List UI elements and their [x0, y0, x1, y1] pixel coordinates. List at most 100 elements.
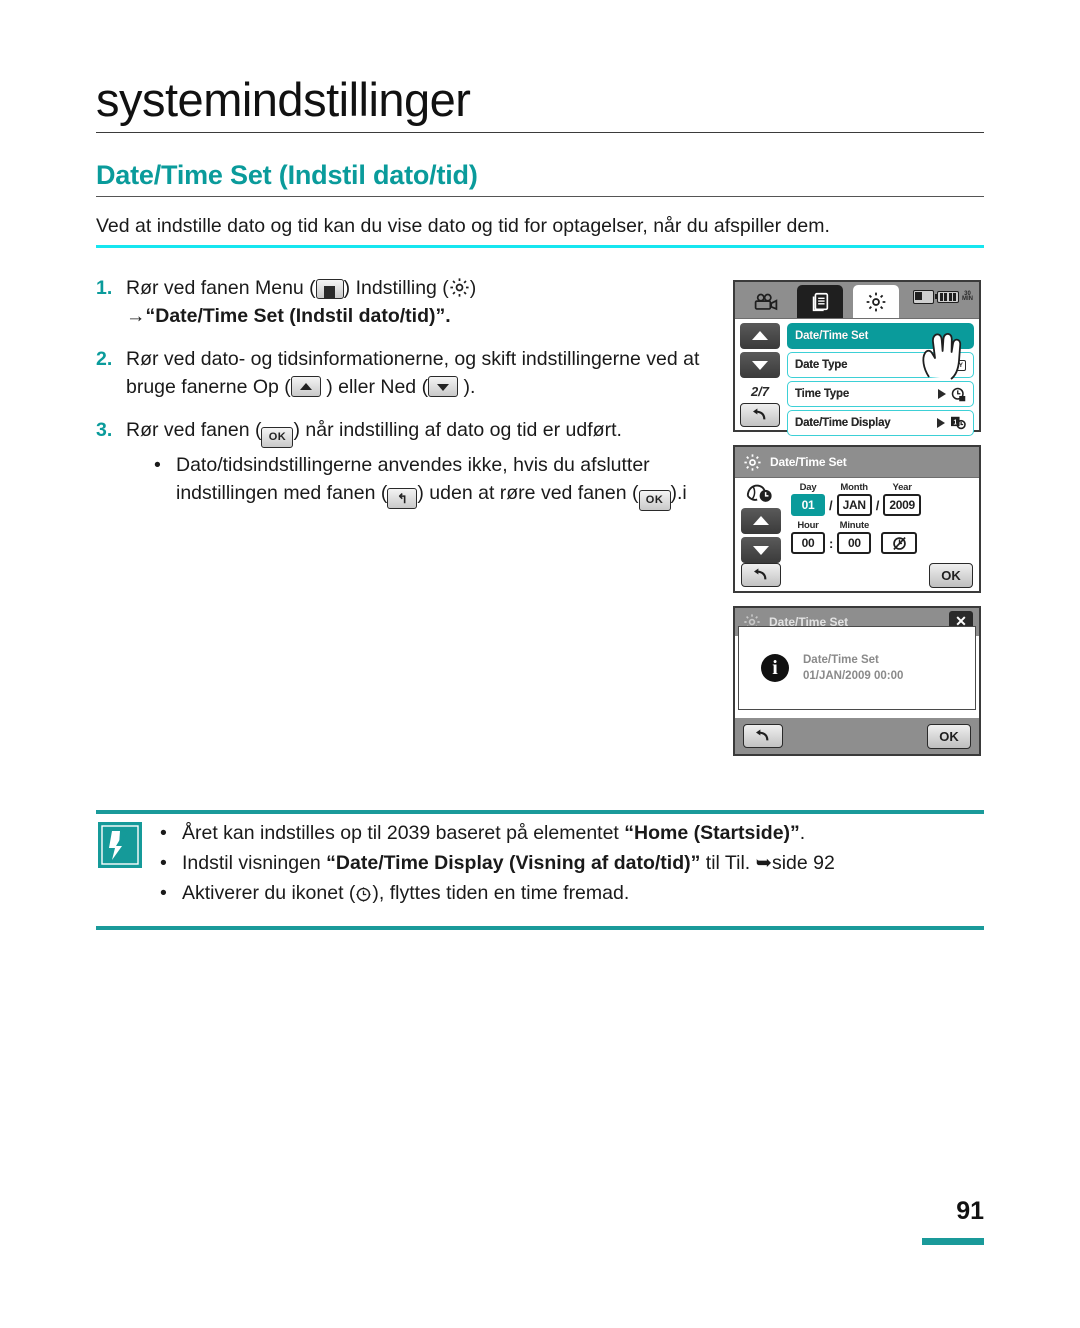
camcorder-tab[interactable]: [743, 285, 789, 318]
confirmation-message: Date/Time Set 01/JAN/2009 00:00: [803, 652, 903, 684]
note-item-3-text: Aktiverer du ikonet ( ), flyttes tiden e…: [182, 878, 990, 908]
minute-label: Minute: [839, 520, 870, 531]
note-item-2: • Indstil visningen “Date/Time Display (…: [160, 848, 990, 878]
minute-field-group: Minute 00: [837, 520, 872, 554]
confirmation-ok-button[interactable]: OK: [927, 723, 971, 749]
playback-tab[interactable]: [797, 285, 843, 318]
year-field-group: Year 2009: [883, 482, 921, 516]
note-item-1: • Året kan indstilles op til 2039 basere…: [160, 818, 990, 848]
confirmation-message-line2: 01/JAN/2009 00:00: [803, 670, 904, 682]
step-3-sub-text-b: ) uden at røre ved fanen (: [417, 482, 639, 504]
note-2-text-b: til Til. ➥side 92: [700, 852, 835, 874]
note-pen-icon: [98, 822, 142, 868]
lcd-screenshot-datetime-set: Date/Time Set Day 01 / Month JAN / Year …: [733, 445, 981, 593]
note-2-text-a: Indstil visningen: [182, 852, 327, 874]
daylight-saving-button[interactable]: [881, 532, 918, 554]
battery-icon: [913, 290, 937, 304]
date-separator: /: [875, 498, 880, 513]
datetime-back-button[interactable]: [741, 563, 781, 587]
step-1: 1. Rør ved fanen Menu () Indstilling ( )…: [96, 274, 716, 330]
year-value[interactable]: 2009: [883, 494, 921, 516]
dst-field-group: [881, 520, 918, 554]
hour-value[interactable]: 00: [791, 532, 825, 554]
note-1-text-b: .: [799, 822, 806, 844]
menu-item-date-time-set[interactable]: Date/Time Set: [787, 323, 974, 349]
date-separator: /: [829, 498, 833, 513]
step-3-text-b: ) når indstilling af dato og tid er udfø…: [293, 419, 622, 441]
day-value[interactable]: 01: [791, 494, 825, 516]
daylight-saving-icon: [893, 536, 906, 550]
chevron-right-icon: [938, 389, 946, 399]
datetime-set-title: Date/Time Set: [770, 455, 847, 469]
note-item-3: • Aktiverer du ikonet ( ), flyttes tiden…: [160, 878, 990, 908]
lcd-nav-column: 2/7: [740, 323, 780, 427]
step-3-sub-item: • Dato/tidsindstillingerne anvendes ikke…: [154, 451, 716, 511]
lcd-screenshot-confirmation: Date/Time Set ✕ i Date/Time Set 01/JAN/2…: [733, 606, 981, 756]
step-3-sub-text-c: ).i: [670, 482, 687, 504]
gear-icon: [449, 277, 470, 298]
back-icon: ↰: [387, 488, 418, 509]
hour-label: Hour: [797, 520, 819, 531]
gear-icon: [744, 453, 761, 471]
ok-icon: OK: [261, 427, 294, 448]
note-top-border: [96, 810, 984, 814]
note-list: • Året kan indstilles op til 2039 basere…: [160, 818, 990, 908]
hour-field-group: Hour 00: [791, 520, 825, 554]
menu-item-label: Date/Time Set: [795, 330, 869, 342]
menu-item-date-time-display[interactable]: Date/Time Display 1: [787, 410, 974, 436]
datetime-footer: OK: [735, 562, 979, 588]
datetime-set-body: Day 01 / Month JAN / Year 2009 Hour 00:…: [735, 478, 979, 591]
month-value[interactable]: JAN: [836, 494, 872, 516]
settings-tab[interactable]: [853, 285, 899, 318]
step-3-number: 3.: [96, 419, 113, 441]
note-3-text-a: Aktiverer du ikonet (: [182, 882, 356, 904]
status-icons: 30 MIN: [913, 290, 973, 304]
note-3-text-b: ), flyttes tiden en time fremad.: [372, 882, 630, 904]
ok-icon: OK: [638, 490, 671, 511]
day-field-group: Day 01: [791, 482, 825, 516]
value-increase-button[interactable]: [741, 508, 781, 534]
step-3-sublist: • Dato/tidsindstillingerne anvendes ikke…: [126, 451, 716, 511]
lcd-screenshot-menu: 30 MIN 2/7 Date/Time Set Date Type DMY T…: [733, 280, 981, 436]
month-label: Month: [840, 482, 868, 493]
datetime-set-header: Date/Time Set: [735, 447, 979, 478]
value-decrease-button[interactable]: [741, 537, 781, 563]
menu-scroll-down-button[interactable]: [740, 352, 780, 378]
note-1-bold: “Home (Startside)”: [624, 822, 800, 844]
step-1-body: Rør ved fanen Menu () Indstilling ( ) →“…: [126, 274, 716, 330]
intro-paragraph: Ved at indstille dato og tid kan du vise…: [96, 215, 830, 237]
recording-time-icon: 30 MIN: [962, 291, 973, 302]
day-label: Day: [799, 482, 817, 493]
date-time-display-icon: 1: [951, 416, 966, 430]
back-icon: [753, 408, 766, 420]
menu-item-time-type[interactable]: Time Type: [787, 381, 974, 407]
step-1-number: 1.: [96, 277, 113, 299]
time-field-row: Hour 00 : Minute 00: [791, 520, 975, 554]
bullet-dot: •: [154, 454, 161, 476]
confirmation-panel: i Date/Time Set 01/JAN/2009 00:00: [738, 626, 976, 710]
menu-icon: [315, 279, 344, 299]
note-item-1-text: Året kan indstilles op til 2039 baseret …: [182, 818, 990, 848]
menu-page-indicator: 2/7: [750, 384, 770, 399]
arrow-up-icon: [290, 376, 321, 397]
title-divider: [96, 132, 984, 133]
step-1-arrow: →: [126, 305, 146, 327]
menu-item-date-type[interactable]: Date Type DMY: [787, 352, 974, 378]
menu-scroll-up-button[interactable]: [740, 323, 780, 349]
minute-value[interactable]: 00: [837, 532, 872, 554]
menu-item-value: [938, 387, 966, 402]
back-icon: [756, 729, 769, 741]
page-number: 91: [956, 1197, 984, 1225]
step-2-body: Rør ved dato- og tidsinformationerne, og…: [126, 345, 716, 401]
menu-back-button[interactable]: [740, 403, 780, 427]
cyan-divider: [96, 245, 984, 248]
step-3: 3. Rør ved fanen (OK) når indstilling af…: [96, 416, 716, 511]
page-number-bar: [922, 1238, 984, 1245]
date-type-value-icon: DMY: [945, 359, 966, 371]
confirmation-back-button[interactable]: [743, 724, 783, 748]
section-divider: [96, 196, 984, 197]
step-3-body: Rør ved fanen (OK) når indstilling af da…: [126, 416, 716, 511]
datetime-ok-button[interactable]: OK: [929, 562, 973, 588]
step-1-text-c: ): [469, 277, 477, 299]
time-separator: :: [829, 536, 834, 551]
